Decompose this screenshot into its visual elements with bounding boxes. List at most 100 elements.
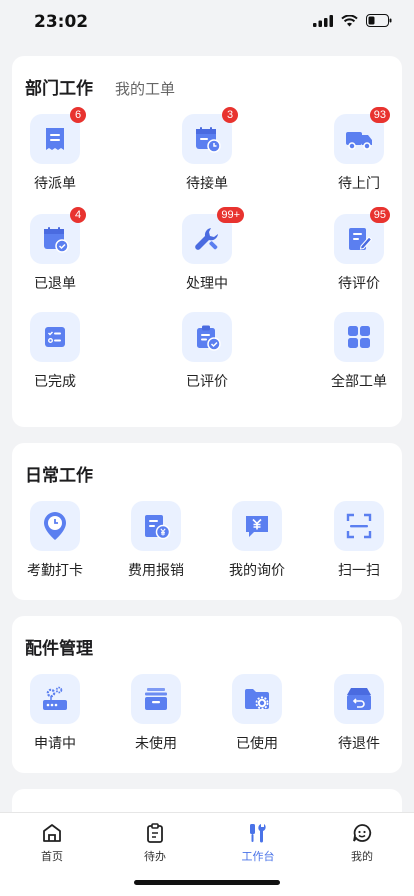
item-label: 待派单 <box>34 176 76 192</box>
icon-box: 4 <box>30 207 86 264</box>
yen-chat-icon <box>246 516 268 537</box>
grid-item-in-progress[interactable]: 99+ 处理中 <box>162 207 252 293</box>
edit-doc-icon <box>349 228 373 250</box>
item-label: 处理中 <box>186 276 228 292</box>
icon-box <box>232 501 282 551</box>
icon-box <box>131 501 181 551</box>
grid-item-my-inquiry[interactable]: 我的询价 <box>212 501 302 580</box>
status-bar: 23:02 <box>0 0 414 44</box>
tab-home[interactable]: 首页 <box>12 822 92 864</box>
clipboard-check-icon <box>197 325 221 351</box>
tab-mine[interactable]: 我的 <box>322 822 402 864</box>
expense-icon <box>145 515 171 540</box>
icon-box: 99+ <box>182 207 244 264</box>
icon-box <box>232 674 282 724</box>
grid-item-unused[interactable]: 未使用 <box>111 674 201 753</box>
grid-item-all-orders[interactable]: 全部工单 <box>314 312 404 391</box>
grid-item-completed[interactable]: 已完成 <box>10 312 100 391</box>
section-title: 配件管理 <box>25 639 93 659</box>
badge-count: 95 <box>369 207 390 223</box>
badge-count: 3 <box>222 107 238 123</box>
archive-icon <box>145 688 167 710</box>
item-label: 申请中 <box>34 736 76 752</box>
grid-icon <box>348 326 370 348</box>
badge-count: 4 <box>70 207 86 223</box>
item-label: 全部工单 <box>331 374 387 390</box>
item-label: 待退件 <box>338 736 380 752</box>
item-label: 待接单 <box>186 176 228 192</box>
icon-box <box>30 674 80 724</box>
item-label: 已退单 <box>34 276 76 292</box>
badge-count: 93 <box>369 107 390 123</box>
grid-item-pending-dispatch[interactable]: 6 待派单 <box>10 107 100 193</box>
grid-item-attendance[interactable]: 考勤打卡 <box>10 501 100 580</box>
icon-box <box>30 501 80 551</box>
item-label: 已使用 <box>236 736 278 752</box>
daily-work-header: 日常工作 <box>25 461 93 486</box>
icon-box: 3 <box>182 107 238 164</box>
tab-dept-work[interactable]: 部门工作 <box>25 74 93 99</box>
tab-label: 工作台 <box>241 850 275 863</box>
icon-box: 95 <box>334 207 390 264</box>
grid-item-pending-return[interactable]: 待退件 <box>314 674 404 753</box>
tab-workbench[interactable]: 工作台 <box>218 822 298 864</box>
wrench-icon <box>195 228 218 250</box>
battery-icon <box>366 14 392 27</box>
box-return-icon <box>347 688 371 710</box>
tab-label: 待办 <box>144 850 166 863</box>
home-icon <box>43 824 61 842</box>
wifi-icon <box>341 14 358 26</box>
grid-item-pending-accept[interactable]: 3 待接单 <box>162 107 252 193</box>
item-label: 已评价 <box>186 374 228 390</box>
folder-gear-icon <box>245 689 269 710</box>
grid-item-used[interactable]: 已使用 <box>212 674 302 753</box>
grid-item-returned[interactable]: 4 已退单 <box>10 207 100 293</box>
clipboard-icon <box>147 823 163 843</box>
icon-box <box>334 674 384 724</box>
calendar-clock-icon <box>196 127 221 153</box>
parts-management-header: 配件管理 <box>25 634 93 659</box>
item-label: 待上门 <box>338 176 380 192</box>
daily-work-card: 日常工作 考勤打卡 费用报销 我的询价 扫一扫 <box>12 443 402 600</box>
badge-count: 6 <box>70 107 86 123</box>
grid-item-applying[interactable]: 申请中 <box>10 674 100 753</box>
grid-item-expense[interactable]: 费用报销 <box>111 501 201 580</box>
receipt-icon <box>46 128 64 150</box>
home-indicator <box>134 880 280 885</box>
icon-box <box>131 674 181 724</box>
tools-icon <box>250 824 266 843</box>
item-label: 费用报销 <box>128 563 184 579</box>
icon-box <box>334 312 384 362</box>
grid-item-reviewed[interactable]: 已评价 <box>162 312 252 391</box>
parts-management-card: 配件管理 申请中 未使用 已使用 待退件 <box>12 616 402 773</box>
item-label: 我的询价 <box>229 563 285 579</box>
grid-item-scan[interactable]: 扫一扫 <box>314 501 404 580</box>
icon-box <box>182 312 232 362</box>
tab-todo[interactable]: 待办 <box>115 822 195 864</box>
tab-label: 首页 <box>41 850 63 863</box>
signal-icon <box>313 14 333 27</box>
item-label: 待评价 <box>338 276 380 292</box>
tab-label: 我的 <box>351 850 373 863</box>
icon-box: 6 <box>30 107 86 164</box>
dept-work-card: 部门工作 我的工单 6 待派单 3 待接单 93 待上门 4 已退单 99+ 处… <box>12 56 402 427</box>
status-time: 23:02 <box>34 12 89 32</box>
badge-count: 99+ <box>217 207 244 223</box>
router-gear-icon <box>43 686 67 710</box>
truck-icon <box>346 132 372 150</box>
item-label: 考勤打卡 <box>27 563 83 579</box>
status-icons <box>313 14 392 27</box>
item-label: 未使用 <box>135 736 177 752</box>
grid-item-pending-review[interactable]: 95 待评价 <box>314 207 404 293</box>
tab-my-orders[interactable]: 我的工单 <box>115 78 175 99</box>
grid-item-pending-visit[interactable]: 93 待上门 <box>314 107 404 193</box>
smiley-icon <box>353 824 372 842</box>
icon-box <box>30 312 80 362</box>
checklist-icon <box>45 327 65 347</box>
item-label: 已完成 <box>34 374 76 390</box>
clock-pin-icon <box>44 512 66 540</box>
icon-box: 93 <box>334 107 390 164</box>
item-label: 扫一扫 <box>338 563 380 579</box>
calendar-check-icon <box>44 227 69 253</box>
section-title: 日常工作 <box>25 466 93 486</box>
